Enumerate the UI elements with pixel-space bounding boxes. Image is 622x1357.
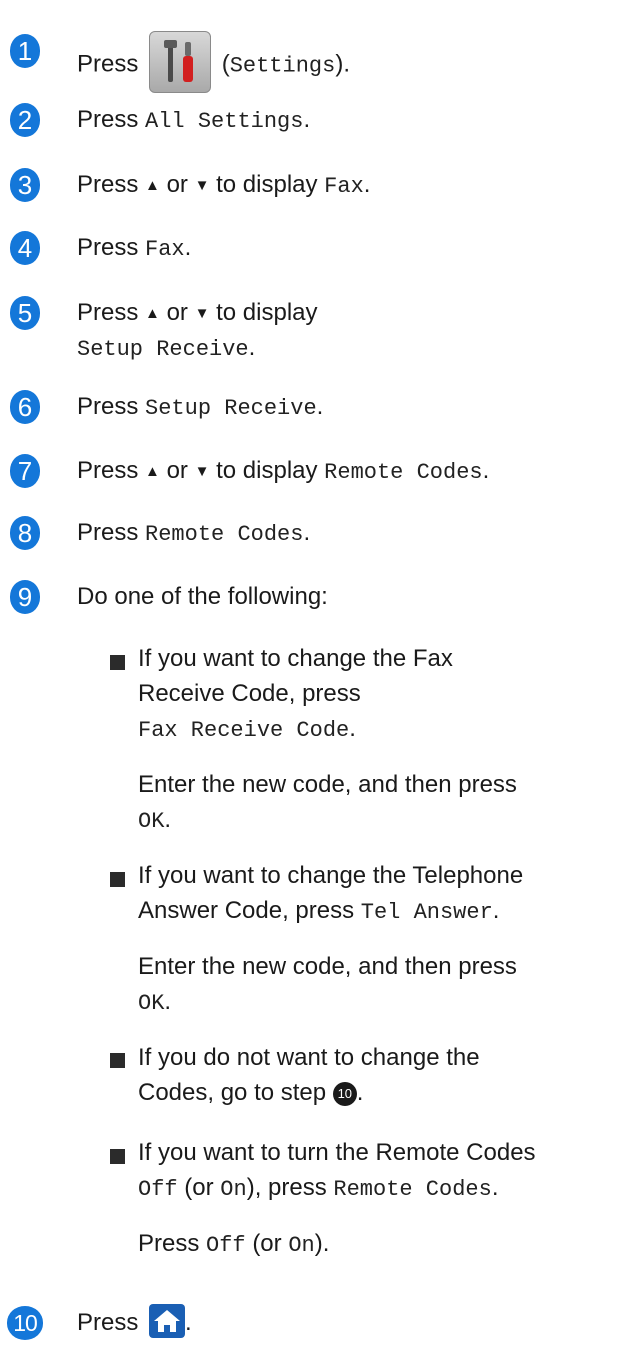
bullet-marker: [110, 872, 125, 887]
settings-icon: [149, 31, 212, 93]
bullet-subtext: Press Off (or On).: [138, 1230, 330, 1258]
step-number: 6: [10, 390, 40, 424]
step-5: 5 Press ▲ or ▼ to display Setup Receive.: [0, 296, 622, 366]
step-6: 6 Press Setup Receive.: [0, 390, 622, 426]
step-2: 2 Press All Settings.: [0, 103, 622, 139]
bullet-text: If you want to change the Fax Receive Co…: [138, 645, 453, 743]
step-text: Do one of the following:: [77, 583, 328, 610]
up-arrow-icon: ▲: [145, 463, 160, 480]
up-arrow-icon: ▲: [145, 177, 160, 194]
step-number: 8: [10, 516, 40, 550]
down-arrow-icon: ▼: [194, 305, 210, 322]
bullet-subtext: Enter the new code, and then press OK.: [138, 771, 517, 834]
step-7: 7 Press ▲ or ▼ to display Remote Codes.: [0, 454, 622, 490]
bullet-marker: [110, 1053, 125, 1068]
step-number: 10: [7, 1306, 43, 1340]
bullet-marker: [110, 655, 125, 670]
step-10-ref: 10: [332, 1081, 357, 1106]
step-text: Press (Settings).: [77, 31, 350, 96]
step-number: 7: [10, 454, 40, 488]
step-number: 1: [10, 34, 40, 68]
bullet-subtext: Enter the new code, and then press OK.: [138, 953, 517, 1016]
step-text: Press .: [77, 1303, 192, 1341]
step-number: 2: [10, 103, 40, 137]
step-10: 10 Press .: [0, 1303, 622, 1346]
home-icon: [149, 1303, 186, 1338]
step-1: 1 Press (Settings).: [0, 18, 622, 93]
step-number: 4: [10, 231, 40, 265]
down-arrow-icon: ▼: [194, 177, 210, 194]
bullet-text: If you want to turn the Remote Codes Off…: [138, 1139, 536, 1202]
step-text: Press Setup Receive.: [77, 393, 324, 421]
step-8: 8 Press Remote Codes.: [0, 516, 622, 552]
bullet-text: If you do not want to change the Codes, …: [138, 1044, 480, 1106]
step-text: Press Fax.: [77, 234, 192, 262]
up-arrow-icon: ▲: [145, 305, 160, 322]
bullet-text: If you want to change the Telephone Answ…: [138, 862, 524, 925]
step-text: Press Remote Codes.: [77, 519, 311, 547]
step-text: Press ▲ or ▼ to display Remote Codes.: [77, 457, 490, 485]
step-number: 3: [10, 168, 40, 202]
step-text: Press All Settings.: [77, 106, 311, 134]
step-3: 3 Press ▲ or ▼ to display Fax.: [0, 168, 622, 204]
step-text: Press ▲ or ▼ to display Setup Receive.: [77, 299, 318, 362]
bullet-marker: [110, 1149, 125, 1164]
down-arrow-icon: ▼: [194, 463, 210, 480]
step-4: 4 Press Fax.: [0, 231, 622, 267]
step-number: 9: [10, 580, 40, 614]
step-text: Press ▲ or ▼ to display Fax.: [77, 171, 371, 199]
step-number: 5: [10, 296, 40, 330]
